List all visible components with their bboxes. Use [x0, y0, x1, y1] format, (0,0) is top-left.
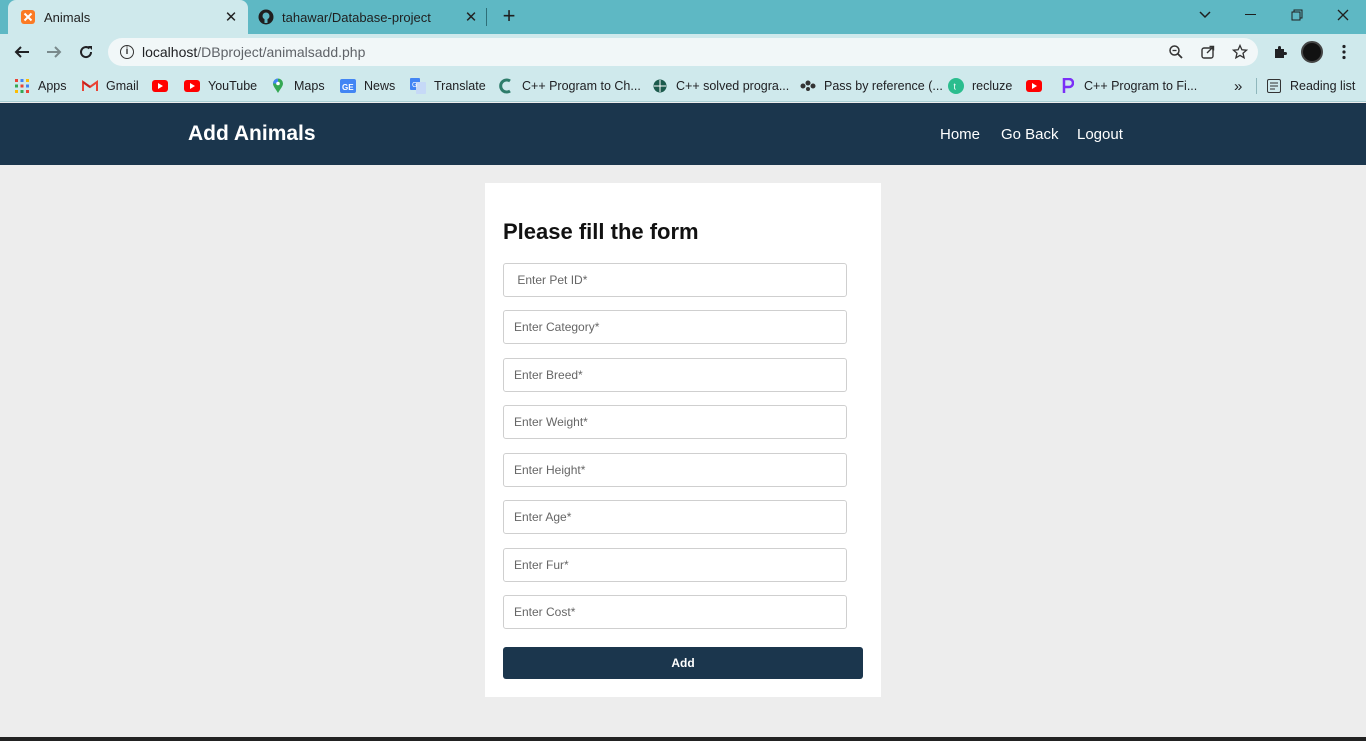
restore-icon[interactable]	[1274, 0, 1320, 30]
taskbar-edge	[0, 737, 1366, 741]
avatar	[1301, 41, 1323, 63]
tab-title: Animals	[44, 9, 91, 25]
site-c-icon	[498, 78, 514, 94]
youtube-icon	[152, 78, 168, 94]
bookmark-apps[interactable]: Apps	[14, 76, 67, 96]
nav-home-link[interactable]: Home	[940, 126, 980, 143]
tab-search-icon[interactable]	[1182, 0, 1228, 30]
page-title: Add Animals	[188, 122, 316, 145]
bookmark-label: Translate	[434, 79, 486, 93]
tab-animals[interactable]: Animals ✕	[8, 0, 248, 34]
close-window-icon[interactable]	[1320, 0, 1366, 30]
bookmark-cpp-program-fi[interactable]: C++ Program to Fi...	[1060, 76, 1197, 96]
bookmark-label: YouTube	[208, 79, 258, 93]
bookmark-youtube-1[interactable]	[152, 76, 176, 96]
svg-text:GE: GE	[342, 83, 354, 92]
bookmark-cpp-solved[interactable]: C++ solved progra...	[652, 76, 789, 96]
pet-id-field[interactable]	[503, 263, 847, 297]
translate-icon: G	[410, 78, 426, 94]
bookmark-label: Gmail	[106, 79, 139, 93]
reload-button[interactable]	[72, 38, 100, 66]
close-tab-icon[interactable]: ✕	[222, 8, 240, 26]
xampp-icon	[20, 9, 36, 25]
add-animal-form: Please fill the form Add	[485, 183, 881, 697]
minimize-icon[interactable]	[1228, 0, 1274, 30]
github-icon	[258, 9, 274, 25]
bookmarks-divider	[1256, 78, 1257, 94]
extensions-icon[interactable]	[1266, 38, 1294, 66]
youtube-icon	[1026, 78, 1042, 94]
bookmark-news[interactable]: GE News	[340, 76, 395, 96]
youtube-icon	[184, 78, 200, 94]
svg-text:G: G	[412, 82, 417, 89]
site-p-icon	[1060, 78, 1076, 94]
nav-go-back-link[interactable]: Go Back	[1001, 126, 1059, 143]
address-bar[interactable]: i localhost/DBproject/animalsadd.php	[108, 38, 1258, 66]
bookmark-pass-by-reference[interactable]: Pass by reference (...	[800, 76, 943, 96]
bookmark-youtube[interactable]: YouTube	[184, 76, 257, 96]
bookmark-label: recluze	[972, 79, 1013, 93]
bookmark-label: News	[364, 79, 396, 93]
height-field[interactable]	[503, 453, 847, 487]
forward-arrow-icon	[47, 46, 62, 58]
gmail-icon	[82, 78, 98, 94]
site-info-icon[interactable]: i	[120, 45, 134, 59]
tab-strip: Animals ✕ tahawar/Database-project ✕ +	[0, 0, 1366, 34]
back-arrow-icon	[14, 46, 29, 58]
url-text[interactable]: localhost/DBproject/animalsadd.php	[142, 44, 1162, 60]
reading-list-icon	[1266, 78, 1282, 94]
bookmark-label: C++ Program to Fi...	[1084, 79, 1198, 93]
profile-avatar[interactable]	[1298, 38, 1326, 66]
zoom-icon[interactable]	[1162, 38, 1190, 66]
add-button[interactable]: Add	[503, 647, 863, 679]
bookmark-label: C++ Program to Ch...	[522, 79, 641, 93]
bookmarks-bar: Apps Gmail YouTube Maps GE News G Transl…	[0, 70, 1366, 102]
bookmark-label: Maps	[294, 79, 325, 93]
bookmark-label: Reading list	[1290, 79, 1356, 93]
forward-button[interactable]	[40, 38, 68, 66]
news-icon: GE	[340, 78, 356, 94]
tab-title: tahawar/Database-project	[282, 9, 431, 25]
url-path: /DBproject/animalsadd.php	[197, 44, 366, 60]
browser-toolbar: i localhost/DBproject/animalsadd.php	[0, 34, 1366, 70]
new-tab-button[interactable]: +	[498, 5, 520, 28]
category-field[interactable]	[503, 310, 847, 344]
site-globe-icon	[652, 78, 668, 94]
share-icon[interactable]	[1194, 38, 1222, 66]
bookmark-label: Pass by reference (...	[824, 79, 943, 93]
app-header: Add Animals Home Go Back Logout	[0, 103, 1366, 165]
bookmark-label: C++ solved progra...	[676, 79, 790, 93]
apps-grid-icon	[14, 78, 30, 94]
bookmark-label: Apps	[38, 79, 67, 93]
breed-field[interactable]	[503, 358, 847, 392]
nav-logout-link[interactable]: Logout	[1077, 126, 1123, 143]
bookmark-star-icon[interactable]	[1226, 38, 1254, 66]
back-button[interactable]	[8, 38, 36, 66]
reload-icon	[80, 46, 93, 59]
bookmark-gmail[interactable]: Gmail	[82, 76, 139, 96]
bookmark-translate[interactable]: G Translate	[410, 76, 486, 96]
bookmark-maps[interactable]: Maps	[270, 76, 325, 96]
maps-pin-icon	[270, 78, 286, 94]
form-heading: Please fill the form	[503, 219, 699, 244]
bookmarks-overflow-chevron-icon[interactable]: »	[1234, 76, 1242, 96]
site-dots-icon	[800, 78, 816, 94]
url-host: localhost	[142, 44, 198, 60]
close-tab-icon[interactable]: ✕	[462, 8, 480, 26]
bookmark-cpp-program-ch[interactable]: C++ Program to Ch...	[498, 76, 641, 96]
menu-kebab-icon[interactable]	[1330, 38, 1358, 66]
tab-github[interactable]: tahawar/Database-project ✕	[248, 0, 488, 34]
bookmark-youtube-2[interactable]	[1026, 76, 1050, 96]
reading-list-button[interactable]: Reading list	[1266, 76, 1355, 96]
tab-divider	[486, 8, 487, 26]
age-field[interactable]	[503, 500, 847, 534]
fur-field[interactable]	[503, 548, 847, 582]
weight-field[interactable]	[503, 405, 847, 439]
cost-field[interactable]	[503, 595, 847, 629]
bookmark-recluze[interactable]: t recluze	[948, 76, 1012, 96]
recluze-icon: t	[948, 78, 964, 94]
